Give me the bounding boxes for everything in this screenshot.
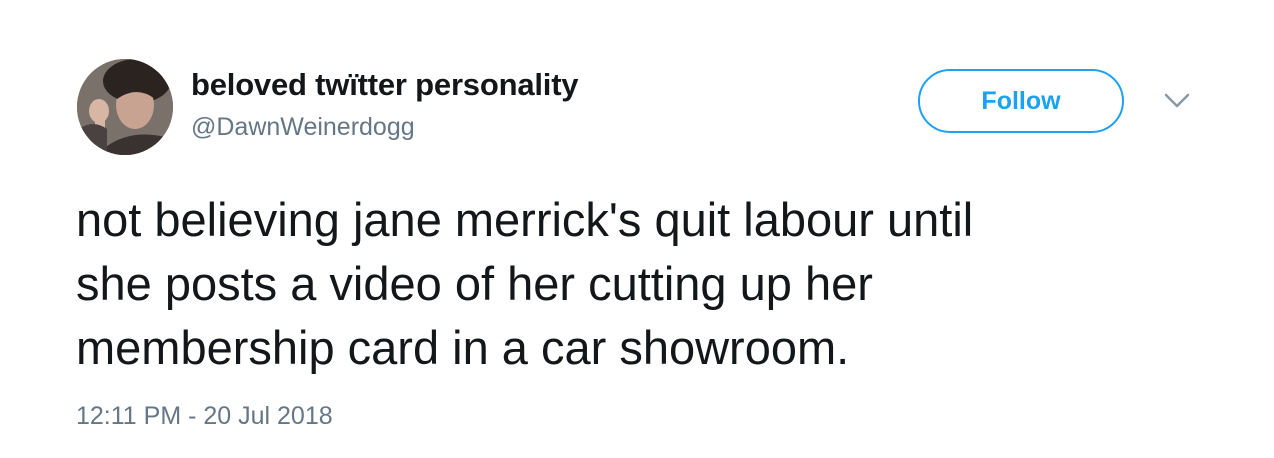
avatar-image xyxy=(77,59,173,155)
display-name[interactable]: beloved twïtter personality xyxy=(191,67,579,103)
follow-button[interactable]: Follow xyxy=(918,69,1124,133)
chevron-down-icon[interactable] xyxy=(1164,92,1190,110)
tweet-text: not believing jane merrick's quit labour… xyxy=(76,193,974,374)
avatar[interactable] xyxy=(77,59,173,155)
tweet-card: beloved twïtter personality @DawnWeinerd… xyxy=(0,0,1274,458)
tweet-timestamp[interactable]: 12:11 PM - 20 Jul 2018 xyxy=(76,402,333,431)
user-handle[interactable]: @DawnWeinerdogg xyxy=(191,113,415,142)
